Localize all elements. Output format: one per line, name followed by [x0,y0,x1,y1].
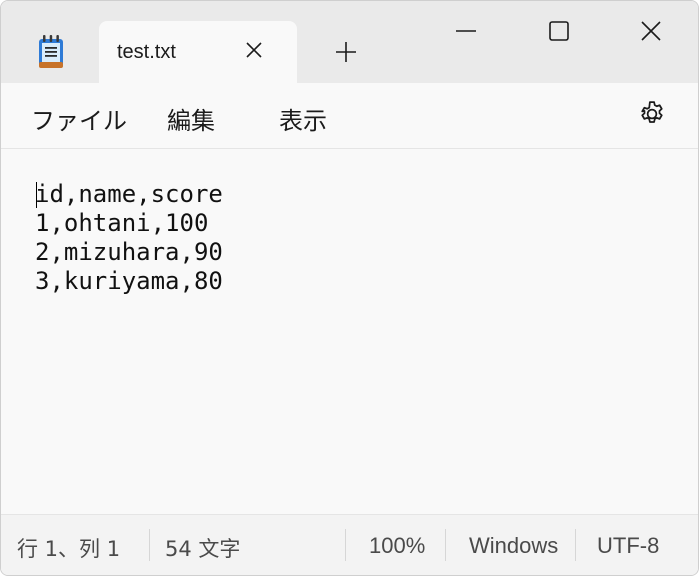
status-line-ending[interactable]: Windows [469,533,558,559]
close-icon [246,42,262,58]
menu-file[interactable]: ファイル [31,101,127,136]
status-divider [345,529,346,561]
status-bar: 行 1、列 1 54 文字 100% Windows UTF-8 [1,514,698,575]
tab-title: test.txt [117,41,176,63]
text-editor[interactable]: id,name,score 1,ohtani,100 2,mizuhara,90… [1,150,698,514]
tab-close-button[interactable] [241,37,267,63]
status-zoom[interactable]: 100% [369,533,425,559]
gear-icon [641,101,663,123]
close-icon [641,21,661,41]
close-window-button[interactable] [628,11,674,51]
text-caret [36,182,37,208]
status-divider [149,529,150,561]
status-divider [575,529,576,561]
editor-content[interactable]: id,name,score 1,ohtani,100 2,mizuhara,90… [35,180,223,296]
minimize-icon [456,30,476,32]
maximize-icon [549,21,569,41]
status-cursor-position: 行 1、列 1 [17,537,121,561]
menu-view[interactable]: 表示 [279,101,327,136]
status-character-count: 54 文字 [165,537,241,561]
new-tab-button[interactable] [331,37,361,67]
title-bar[interactable]: test.txt [1,1,698,83]
plus-icon [336,42,356,62]
minimize-button[interactable] [443,11,489,51]
notepad-window: test.txt ファイル 編集 表示 id,name,score 1,ohta… [0,0,699,576]
menu-edit[interactable]: 編集 [167,101,215,136]
menu-bar: ファイル 編集 表示 [1,83,698,149]
tab-test-txt[interactable]: test.txt [99,21,297,83]
status-encoding[interactable]: UTF-8 [597,533,659,559]
maximize-button[interactable] [536,11,582,51]
notepad-icon [37,35,65,69]
status-divider [445,529,446,561]
settings-button[interactable] [635,97,669,131]
